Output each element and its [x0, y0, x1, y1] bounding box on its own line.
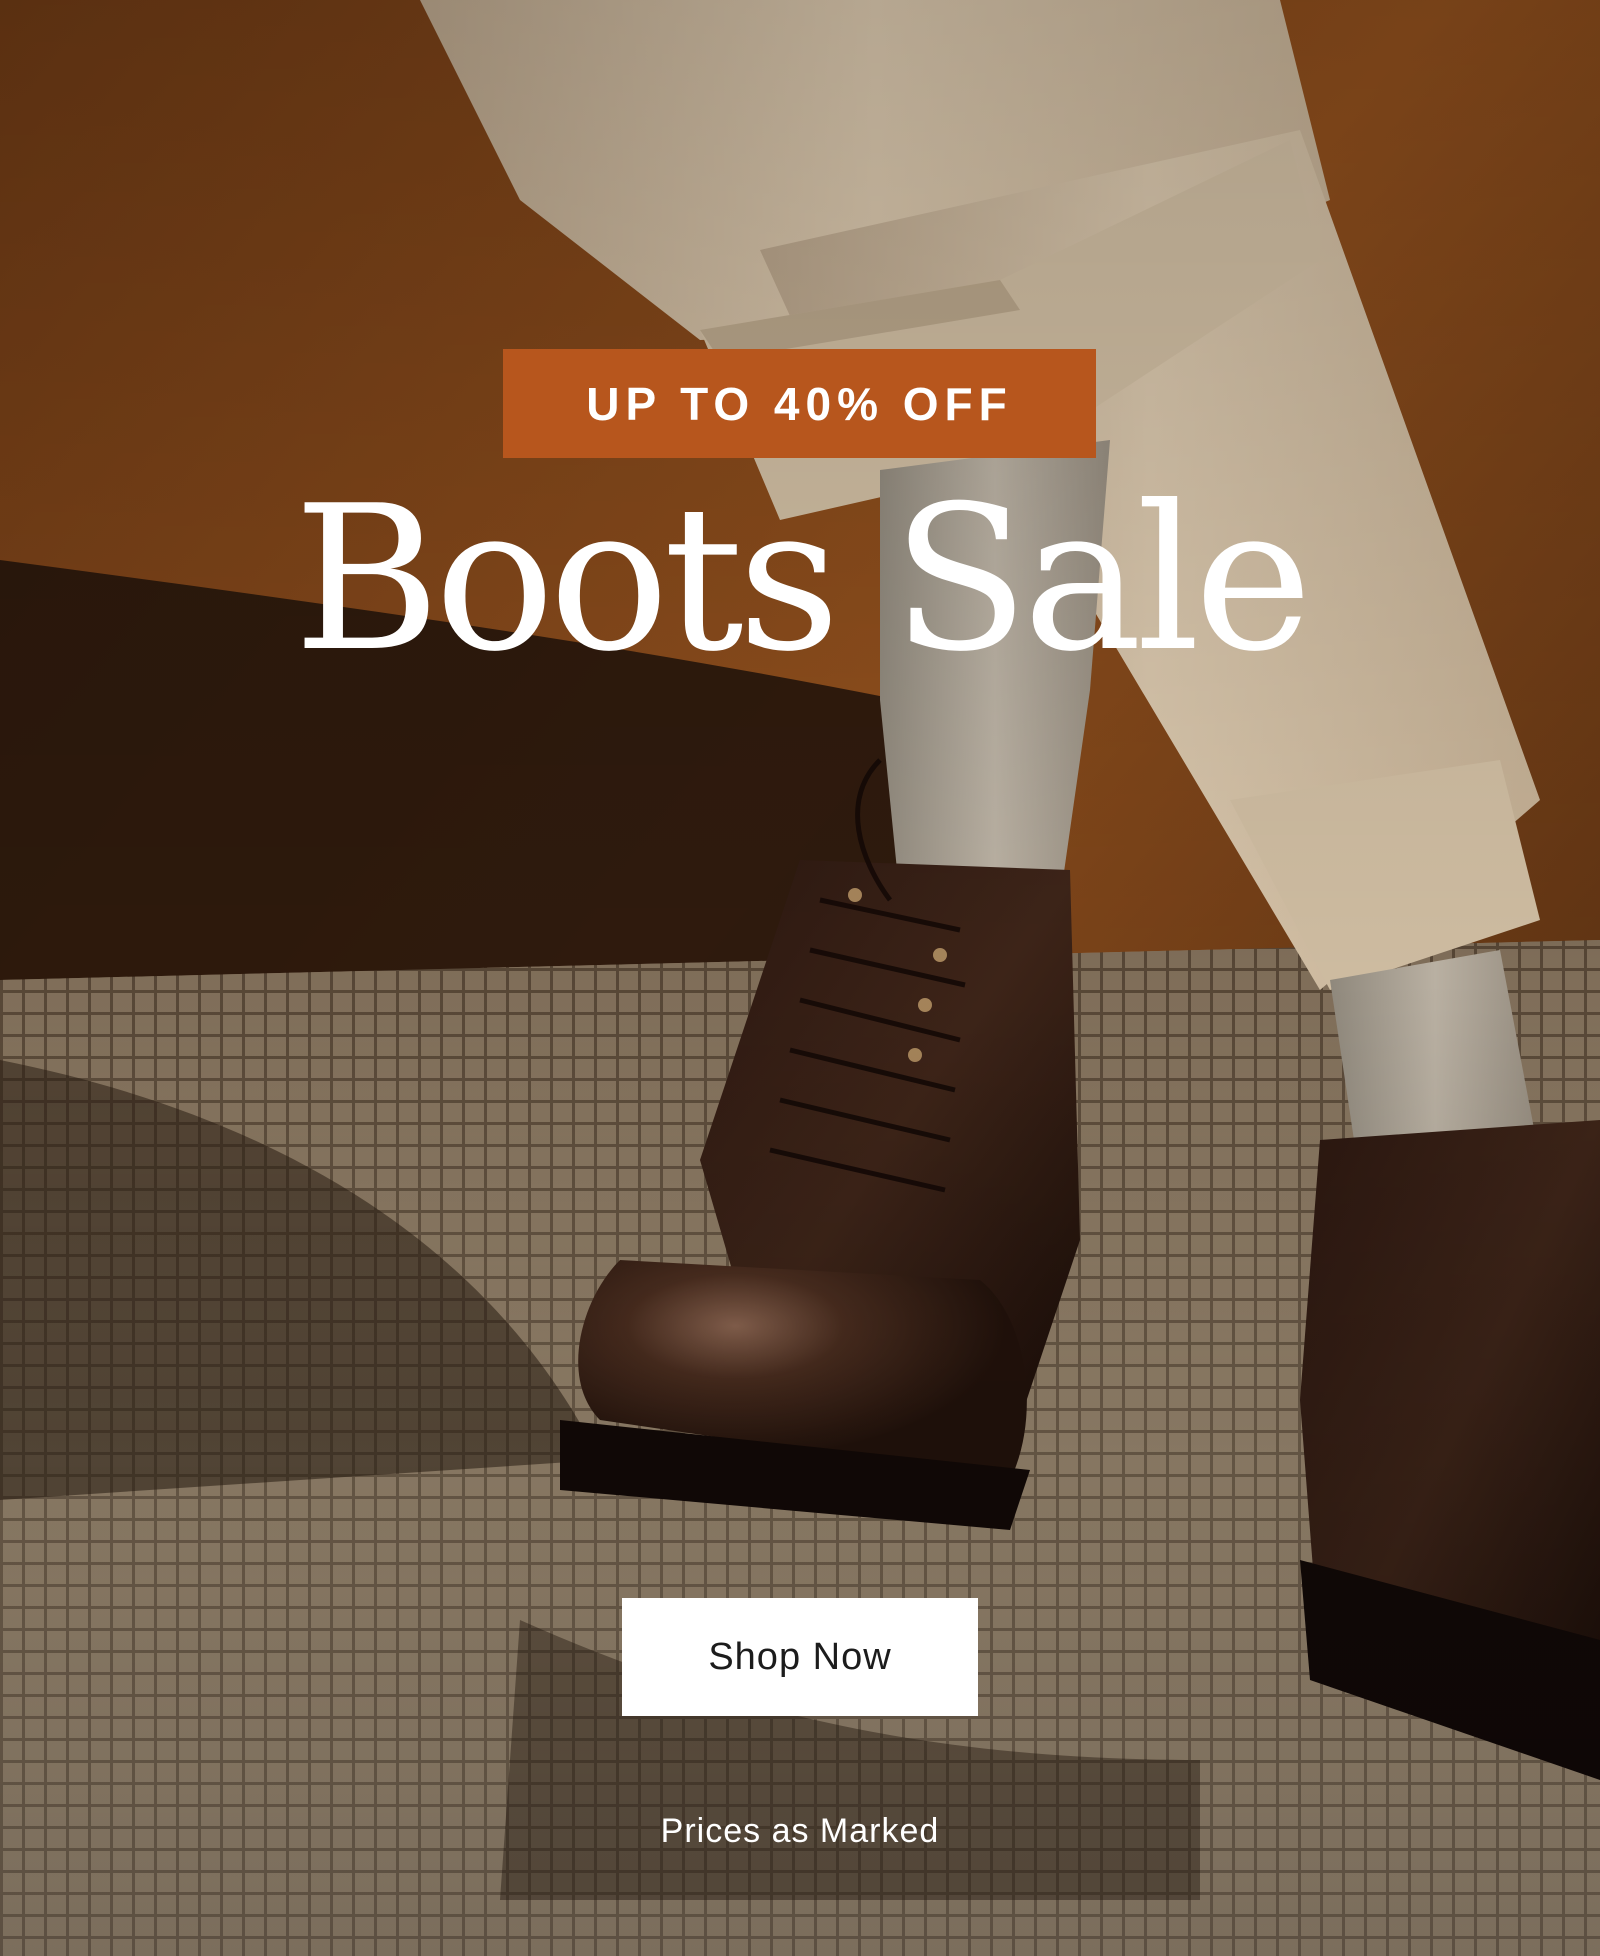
sale-headline: Boots Sale: [293, 463, 1313, 696]
shop-now-button-label: Shop Now: [708, 1635, 892, 1678]
prices-footnote: Prices as Marked: [660, 1812, 940, 1850]
discount-badge-text: UP TO 40% OFF: [586, 377, 1013, 430]
boots-sale-hero-banner: UP TO 40% OFF Boots Sale Shop Now Prices…: [0, 0, 1600, 1956]
shop-now-button[interactable]: Shop Now: [622, 1598, 978, 1716]
discount-badge: UP TO 40% OFF: [503, 349, 1096, 458]
